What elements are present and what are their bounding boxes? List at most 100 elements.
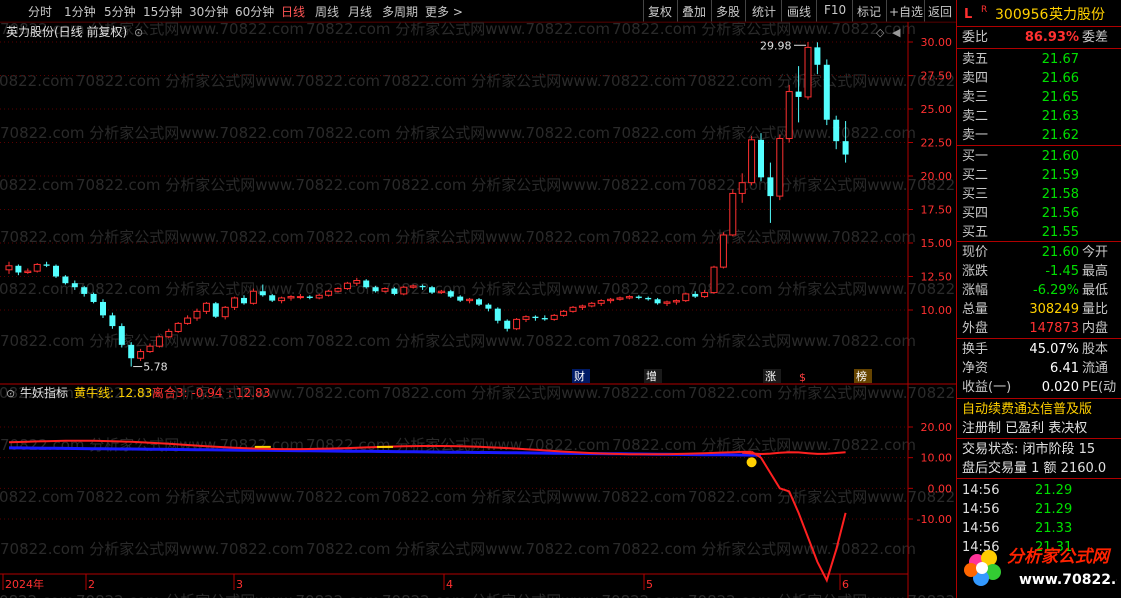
divider — [957, 48, 1121, 49]
price-tick-label: 12.50 — [921, 271, 953, 284]
watermark-text: 70822.com 分析家公式网www.70822.com — [688, 72, 956, 90]
candle-body — [814, 47, 821, 65]
price-tick-label: 10.00 — [921, 304, 953, 317]
candle-body — [278, 297, 286, 302]
candle-body — [532, 316, 539, 319]
price-tick-label: 30.00 — [921, 36, 953, 49]
candle-body — [400, 286, 408, 295]
sell-row-label: 卖二 — [962, 109, 989, 124]
watermark-text: 70822.com 分析家公式网www.70822.com — [0, 72, 74, 90]
candle-body — [692, 293, 699, 297]
candle-body — [729, 192, 737, 236]
watermark-text: 70822.com 分析家公式网www.70822.com — [688, 488, 956, 506]
watermark-text: 70822.com 分析家公式网www.70822.com — [612, 20, 916, 38]
indicator-line3-label: : 12.83 — [228, 386, 270, 400]
sell-row-value: 21.66 — [1041, 71, 1079, 86]
watermark-text: 70822.com 分析家公式网www.70822.com — [382, 72, 686, 90]
candle-body — [645, 297, 652, 300]
candle-body — [776, 137, 784, 197]
sell-row-label: 卖三 — [962, 90, 989, 105]
price-tick-label: 20.00 — [921, 170, 953, 183]
stat-row-label: 净资 — [962, 361, 989, 376]
candle-body — [738, 182, 746, 194]
candle-body — [325, 290, 333, 296]
sell-row-value: 21.62 — [1041, 128, 1079, 143]
ad-text-1[interactable]: 自动续费通达信普及版 — [962, 400, 1092, 419]
sell-row: 卖五 21.67 — [957, 50, 1117, 69]
weibi-value: 86.93% — [1024, 30, 1079, 45]
flower-icon — [964, 550, 1001, 586]
stock-name: 英力股份 — [1049, 7, 1105, 23]
watermark-text: 70822.com 分析家公式网www.70822.com — [76, 592, 380, 598]
indicator-line2-label: 离合3: -0.94 — [152, 385, 223, 400]
candle-body — [315, 294, 323, 299]
quote-row-label: 总量 — [962, 302, 989, 317]
stock-header: L R 300956 英力股份 — [957, 4, 1117, 26]
time-tick-label: 2 — [88, 578, 95, 591]
watermark-text: 70822.com 分析家公式网www.70822.com — [382, 488, 686, 506]
candle-body — [466, 298, 474, 302]
low-price-label: 5.78 — [143, 361, 168, 374]
candle-body — [296, 296, 304, 299]
quote-row: 现价 21.60 今开 — [957, 243, 1117, 262]
watermark-text: 70822.com 分析家公式网www.70822.com — [76, 488, 380, 506]
watermark-text: 70822.com 分析家公式网www.70822.com — [688, 592, 956, 598]
quote-row: 外盘 147873 内盘 — [957, 319, 1117, 338]
weibi-row: 委比 86.93% 委差 — [957, 28, 1117, 47]
candle-body — [663, 301, 671, 304]
candle-body — [184, 317, 192, 324]
candle-body — [100, 301, 106, 316]
candle-body — [504, 320, 511, 329]
candle-body — [541, 318, 548, 320]
indicator-line1-label: 黄牛线: 12.83 — [74, 385, 152, 400]
candle-body — [409, 285, 417, 288]
watermark-text: 70822.com 分析家公式网www.70822.com — [306, 20, 610, 38]
watermark-text: 70822.com 分析家公式网www.70822.com — [688, 176, 956, 194]
buy-row-value: 21.56 — [1041, 206, 1079, 221]
ad-line-1[interactable]: 自动续费通达信普及版 — [957, 400, 1117, 419]
watermark-text: 70822.com 分析家公式网www.70822.com — [382, 280, 686, 298]
weicha-label: 委差 — [1082, 30, 1109, 45]
buy-row-label: 买二 — [962, 168, 989, 183]
tick-time: 14:56 — [962, 483, 1000, 498]
watermark-text: 70822.com 分析家公式网www.70822.com — [382, 176, 686, 194]
sell-row-label: 卖五 — [962, 52, 989, 67]
candle-body — [833, 119, 840, 142]
candle-body — [578, 305, 586, 308]
stat-row-label2: PE(动 — [1082, 380, 1117, 395]
quote-row-value: 308249 — [1029, 302, 1079, 317]
buy-row: 买一 21.60 — [957, 147, 1117, 166]
chart-canvas[interactable]: 70822.com 分析家公式网www.70822.com 70822.com 分… — [0, 0, 956, 598]
tick-price: 21.33 — [1035, 521, 1073, 536]
buy-row-label: 买三 — [962, 187, 989, 202]
sell-row-value: 21.63 — [1041, 109, 1079, 124]
candle-body — [616, 297, 624, 300]
candle-body — [5, 265, 13, 271]
watermark-text: 70822.com 分析家公式网www.70822.com — [0, 176, 74, 194]
quote-row-label2: 量比 — [1082, 302, 1109, 317]
quote-row-label2: 内盘 — [1082, 321, 1109, 336]
quote-row-label: 涨跌 — [962, 264, 989, 279]
candle-body — [381, 288, 389, 292]
coin-icon — [746, 457, 757, 468]
buy-row-label: 买四 — [962, 206, 989, 221]
candle-body — [391, 288, 398, 294]
candle-body — [249, 290, 257, 304]
candle-body — [748, 139, 756, 184]
buy-row-value: 21.55 — [1041, 225, 1079, 240]
sell-row-label: 卖四 — [962, 71, 989, 86]
candle-body — [701, 292, 709, 298]
divider — [957, 438, 1121, 439]
candle-body — [758, 139, 764, 178]
indicator-name: 牛妖指标 — [20, 385, 68, 400]
tick-row: 14:56 21.33 — [957, 519, 1117, 538]
quote-row-value: -6.29% — [1033, 283, 1079, 298]
candle-body — [109, 315, 116, 327]
watermark-text: 70822.com 分析家公式网www.70822.com — [382, 384, 686, 402]
candle-body — [682, 293, 690, 302]
candle-body — [53, 265, 59, 277]
sell-row: 卖一 21.62 — [957, 126, 1117, 145]
watermark-text: 70822.com 分析家公式网www.70822.com — [76, 176, 380, 194]
candle-body — [334, 288, 342, 292]
watermark-text: 70822.com 分析家公式网www.70822.com — [688, 280, 956, 298]
